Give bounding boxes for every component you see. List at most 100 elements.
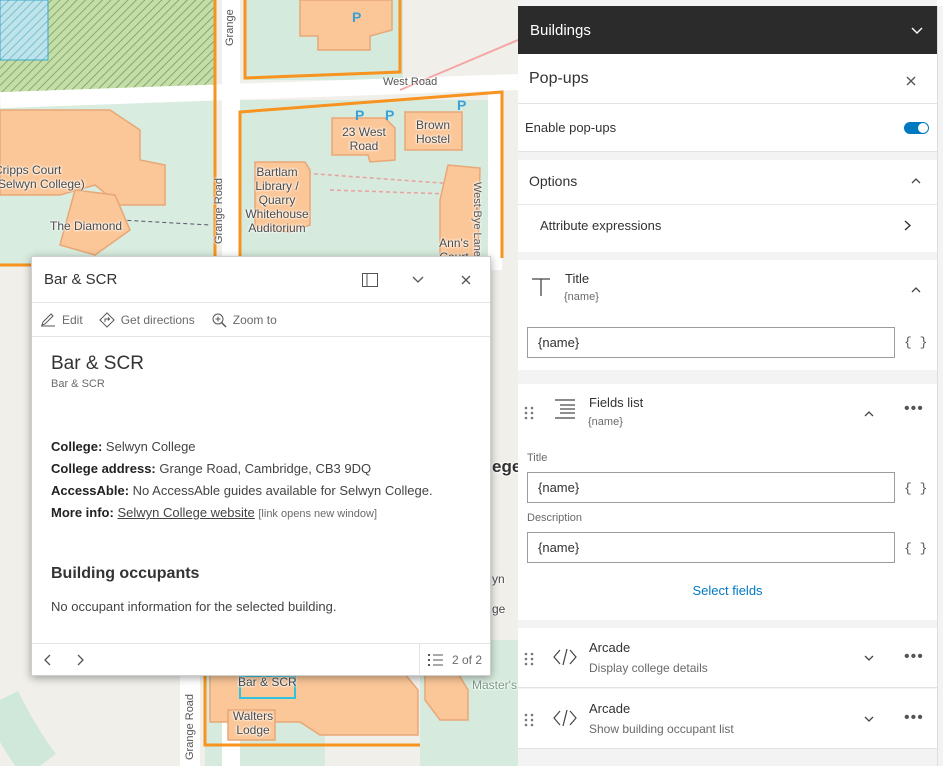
popup-actions: Edit Get directions Zoom to bbox=[32, 303, 490, 337]
panel-header[interactable]: Buildings bbox=[518, 6, 937, 54]
arcade-label: Arcade bbox=[589, 701, 631, 716]
building-label: Walters Lodge bbox=[232, 709, 274, 737]
svg-text:P: P bbox=[355, 107, 364, 123]
feature-subheading: Bar & SCR bbox=[51, 378, 105, 390]
field-title-input[interactable]: {name} bbox=[527, 472, 895, 503]
title-element-sub: {name} bbox=[564, 291, 599, 303]
svg-text:P: P bbox=[352, 9, 361, 25]
college-label: ege bbox=[492, 457, 518, 476]
attribute-expressions-label: Attribute expressions bbox=[540, 218, 662, 233]
feature-heading: Bar & SCR bbox=[51, 353, 144, 374]
panel-collapse-button[interactable] bbox=[897, 23, 937, 38]
close-icon bbox=[461, 275, 471, 284]
popup-body: Bar & SCR Bar & SCR College: Selwyn Coll… bbox=[32, 337, 490, 628]
drag-handle-icon[interactable] bbox=[524, 406, 534, 420]
chevron-up-icon[interactable] bbox=[911, 177, 921, 184]
building-label: Bar & SCR bbox=[238, 675, 297, 689]
drag-handle-icon[interactable] bbox=[524, 713, 534, 727]
occupants-text: No occupant information for the selected… bbox=[51, 599, 337, 614]
svg-text:P: P bbox=[385, 107, 394, 123]
list-icon bbox=[427, 653, 443, 666]
title-element: Title {name} {name} { } bbox=[518, 260, 937, 370]
feature-count: 2 of 2 bbox=[451, 652, 482, 667]
select-fields-button[interactable]: Select fields bbox=[518, 583, 937, 598]
popups-title-row: Pop-ups bbox=[518, 54, 937, 104]
arcade-sub: Display college details bbox=[589, 661, 708, 675]
building-label: Master's bbox=[472, 678, 517, 692]
accessable-value: No AccessAble guides available for Selwy… bbox=[132, 483, 433, 498]
enable-popups-label: Enable pop-ups bbox=[525, 120, 617, 135]
college-website-link[interactable]: Selwyn College website bbox=[117, 505, 254, 520]
fields-list-sub: {name} bbox=[588, 416, 623, 428]
road-label: Grange Road bbox=[213, 177, 225, 244]
arcade-element-2: Arcade Show building occupant list ••• bbox=[518, 689, 937, 749]
title-expression-button[interactable]: { } bbox=[904, 335, 927, 350]
more-options-icon[interactable]: ••• bbox=[904, 648, 924, 666]
zoom-to-action[interactable]: Zoom to bbox=[211, 312, 277, 328]
arcade-sub: Show building occupant list bbox=[589, 722, 734, 736]
chevron-left-icon bbox=[44, 654, 51, 665]
drag-handle-icon[interactable] bbox=[524, 652, 534, 666]
previous-feature-button[interactable] bbox=[32, 644, 64, 676]
occupants-heading: Building occupants bbox=[51, 565, 200, 582]
directions-action[interactable]: Get directions bbox=[98, 311, 195, 328]
building-label: Bartlam Library / Quarry Whitehouse Audi… bbox=[245, 165, 309, 235]
map-label: ge bbox=[492, 602, 506, 616]
college-details: College: Selwyn College College address:… bbox=[51, 436, 471, 525]
address-label: College address: bbox=[51, 461, 156, 476]
code-icon bbox=[553, 648, 577, 666]
fields-list-label: Fields list bbox=[589, 395, 644, 410]
link-note: [link opens new window] bbox=[258, 508, 377, 520]
close-panel-button[interactable] bbox=[906, 73, 916, 91]
fields-list-icon bbox=[555, 399, 575, 419]
field-title-expression-button[interactable]: { } bbox=[904, 481, 927, 496]
chevron-down-icon bbox=[911, 27, 923, 34]
code-icon bbox=[553, 709, 577, 727]
chevron-up-icon[interactable] bbox=[911, 286, 921, 293]
chevron-down-icon[interactable] bbox=[864, 716, 874, 723]
svg-text:P: P bbox=[457, 97, 466, 113]
college-value: Selwyn College bbox=[105, 439, 196, 454]
close-icon bbox=[906, 76, 916, 86]
popup-header: Bar & SCR bbox=[32, 257, 490, 303]
next-feature-button[interactable] bbox=[64, 644, 96, 676]
arcade-label: Arcade bbox=[589, 640, 631, 655]
title-element-label: Title bbox=[565, 271, 590, 286]
zoom-to-label: Zoom to bbox=[232, 312, 277, 327]
arcade-element-1: Arcade Display college details ••• bbox=[518, 628, 937, 688]
options-label: Options bbox=[529, 173, 578, 189]
feature-popup: Bar & SCR Edit Get directions Zoom to Ba… bbox=[31, 256, 491, 676]
enable-popups-row: Enable pop-ups bbox=[518, 104, 937, 152]
chevron-up-icon[interactable] bbox=[864, 410, 874, 417]
chevron-right-icon bbox=[904, 220, 911, 231]
enable-popups-toggle[interactable] bbox=[904, 122, 929, 134]
popup-title: Bar & SCR bbox=[44, 271, 118, 288]
edit-action[interactable]: Edit bbox=[40, 313, 83, 327]
field-description-input[interactable]: {name} bbox=[527, 532, 895, 563]
edit-label: Edit bbox=[62, 312, 83, 327]
directions-icon bbox=[98, 311, 115, 328]
config-panel: Buildings Pop-ups Enable pop-ups Options… bbox=[518, 0, 937, 766]
more-options-icon[interactable]: ••• bbox=[904, 400, 924, 418]
text-title-icon bbox=[532, 278, 550, 296]
road-label: Grange Road bbox=[184, 693, 196, 760]
popup-footer: 2 of 2 bbox=[32, 643, 490, 676]
more-info-label: More info: bbox=[51, 505, 114, 520]
map-label: yn bbox=[492, 572, 505, 586]
collapse-button[interactable] bbox=[394, 257, 442, 303]
field-title-label: Title bbox=[527, 452, 548, 464]
feature-count-button[interactable]: 2 of 2 bbox=[418, 643, 490, 676]
close-button[interactable] bbox=[442, 257, 490, 303]
dock-button[interactable] bbox=[346, 257, 394, 303]
chevron-down-icon[interactable] bbox=[864, 655, 874, 662]
toggle-knob bbox=[918, 123, 928, 133]
more-options-icon[interactable]: ••• bbox=[904, 709, 924, 727]
attribute-expressions-row[interactable]: Attribute expressions bbox=[518, 205, 937, 251]
road-label: West-Bye Lane bbox=[471, 182, 483, 258]
chevron-right-icon bbox=[77, 654, 84, 665]
field-description-expression-button[interactable]: { } bbox=[904, 541, 927, 556]
college-label: College: bbox=[51, 439, 103, 454]
panel-scroll-edge[interactable] bbox=[937, 6, 943, 766]
building-label: Brown Hostel bbox=[415, 118, 450, 146]
title-input[interactable]: {name} bbox=[527, 327, 895, 358]
